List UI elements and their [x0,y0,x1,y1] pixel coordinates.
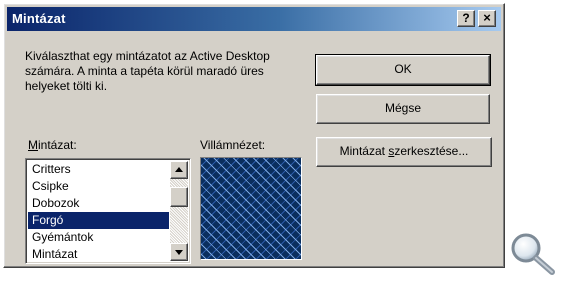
pattern-label-rest: intázat: [38,138,77,152]
scroll-down-button[interactable] [170,243,188,261]
arrow-down-icon [175,250,183,255]
window-title: Mintázat [12,11,66,26]
pattern-listbox[interactable]: Critters Csipke Dobozok Forgó Gyémántok Mintá… [25,158,191,264]
pattern-list-label: Mintázat: [28,138,77,152]
pattern-label-accel: M [28,138,38,152]
close-button[interactable]: × [478,10,496,27]
scroll-thumb[interactable] [170,187,188,207]
scroll-up-button[interactable] [170,161,188,179]
pattern-preview [200,157,302,260]
pattern-list-item[interactable]: Mintázat [28,246,169,263]
pattern-list-item[interactable]: Critters [28,161,169,178]
pattern-list-item[interactable]: Dobozok [28,195,169,212]
cancel-button[interactable]: Mégse [316,94,490,124]
pattern-list-items: Critters Csipke Dobozok Forgó Gyémántok Mintá… [28,161,169,263]
description-text: Kiválaszthat egy mintázatot az Active De… [25,49,270,93]
help-button[interactable]: ? [457,10,475,27]
pattern-list-item[interactable]: Csipke [28,178,169,195]
pattern-list-item[interactable]: Gyémántok [28,229,169,246]
pattern-list-scrollbar[interactable] [170,161,188,261]
edit-pattern-label-suffix: zerkesztése... [394,144,469,158]
title-bar[interactable]: Mintázat ? × [7,7,501,31]
magnifier-icon[interactable] [508,232,560,276]
pattern-list-item[interactable]: Forgó [28,212,169,229]
preview-label: Villámnézet: [200,138,266,152]
edit-pattern-button[interactable]: Mintázat szerkesztése... [316,137,492,167]
ok-button[interactable]: OK [315,54,491,86]
arrow-up-icon [175,167,183,172]
edit-pattern-label-prefix: Mintázat [339,144,389,158]
